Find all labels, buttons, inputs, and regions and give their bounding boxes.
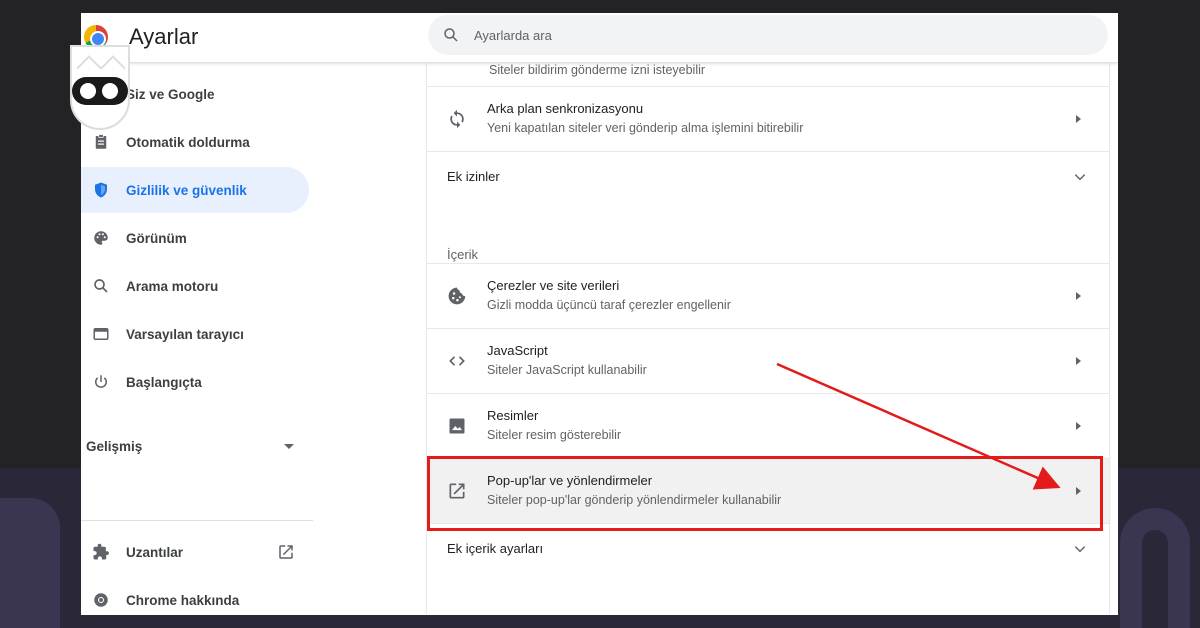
arrow-right-icon [1076, 422, 1081, 430]
sidebar-item-label: Otomatik doldurma [126, 134, 250, 150]
row-subtitle: Siteler JavaScript kullanabilir [487, 363, 647, 377]
advanced-label: Gelişmiş [86, 438, 143, 454]
row-subtitle: Siteler pop-up'lar gönderip yönlendirmel… [487, 493, 782, 507]
sidebar-item-extensions[interactable]: Uzantılar [81, 529, 309, 575]
sidebar-item-on-startup[interactable]: Başlangıçta [81, 359, 309, 405]
sidebar-item-privacy-security[interactable]: Gizlilik ve güvenlik [81, 167, 309, 213]
sync-icon [447, 109, 467, 129]
sidebar: Siz ve Google Otomatik doldurma Gizlilik… [81, 63, 313, 615]
row-subtitle: Yeni kapatılan siteler veri gönderip alm… [487, 121, 804, 135]
settings-content: Siteler bildirim gönderme izni isteyebil… [427, 63, 1109, 615]
sidebar-item-label: Arama motoru [126, 278, 219, 294]
sidebar-item-label: Görünüm [126, 230, 187, 246]
browser-window-icon [86, 325, 116, 343]
notifications-subtitle: Siteler bildirim gönderme izni isteyebil… [489, 63, 706, 77]
javascript-row[interactable]: JavaScript Siteler JavaScript kullanabil… [427, 328, 1109, 393]
advanced-toggle[interactable]: Gelişmiş [86, 429, 296, 463]
cookies-row[interactable]: Çerezler ve site verileri Gizli modda üç… [427, 263, 1109, 328]
code-icon [447, 351, 467, 371]
search-icon [444, 28, 458, 42]
arrow-right-icon [1076, 292, 1081, 300]
sidebar-item-label: Uzantılar [126, 544, 184, 560]
top-bar: Ayarlar [81, 13, 1118, 63]
sidebar-item-label: Gizlilik ve güvenlik [126, 182, 247, 198]
sidebar-item-search-engine[interactable]: Arama motoru [81, 263, 309, 309]
row-subtitle: Siteler resim gösterebilir [487, 428, 622, 442]
palette-icon [86, 229, 116, 247]
sidebar-item-appearance[interactable]: Görünüm [81, 215, 309, 261]
arrow-right-icon [1076, 357, 1081, 365]
open-in-new-icon [447, 481, 467, 501]
background-sync-row[interactable]: Arka plan senkronizasyonu Yeni kapatılan… [427, 86, 1109, 151]
clipboard-icon [86, 133, 116, 151]
sidebar-item-default-browser[interactable]: Varsayılan tarayıcı [81, 311, 309, 357]
site-logo-badge [66, 45, 138, 130]
cookie-icon [447, 286, 467, 306]
extra-permissions-row[interactable]: Ek izinler [427, 151, 1109, 199]
chevron-down-icon [1073, 542, 1087, 561]
search-input[interactable] [474, 27, 1034, 43]
extra-content-settings-row[interactable]: Ek içerik ayarları [427, 523, 1109, 571]
sidebar-item-label: Başlangıçta [126, 374, 202, 390]
watermark-shape [0, 498, 60, 628]
puzzle-icon [86, 543, 116, 561]
content-heading: İçerik [447, 247, 479, 262]
arrow-right-icon [1076, 487, 1081, 495]
arrow-right-icon [1076, 115, 1081, 123]
row-title: JavaScript [487, 343, 548, 358]
search-box[interactable] [428, 15, 1108, 55]
watermark-shape [1120, 508, 1190, 628]
page-title: Ayarlar [129, 24, 199, 49]
section-label: Ek izinler [447, 169, 500, 184]
sidebar-item-label: Siz ve Google [126, 86, 215, 102]
sidebar-item-about-chrome[interactable]: Chrome hakkında [81, 577, 309, 615]
images-row[interactable]: Resimler Siteler resim gösterebilir [427, 393, 1109, 458]
row-title: Arka plan senkronizasyonu [487, 101, 644, 116]
row-title: Pop-up'lar ve yönlendirmeler [487, 473, 653, 488]
chevron-down-icon [1073, 170, 1087, 189]
open-in-new-icon[interactable] [277, 543, 295, 566]
row-title: Çerezler ve site verileri [487, 278, 620, 293]
image-icon [447, 416, 467, 436]
settings-window: Ayarlar Siz ve Google Otomatik doldurma … [81, 13, 1118, 615]
section-label: Ek içerik ayarları [447, 541, 544, 556]
popups-redirects-row[interactable]: Pop-up'lar ve yönlendirmeler Siteler pop… [427, 458, 1109, 523]
sidebar-divider [81, 520, 313, 521]
logo-eyes [72, 77, 128, 105]
row-title: Resimler [487, 408, 539, 423]
sidebar-item-label: Chrome hakkında [126, 592, 240, 608]
row-subtitle: Gizli modda üçüncü taraf çerezler engell… [487, 298, 731, 312]
shield-icon [86, 181, 116, 199]
power-icon [86, 373, 116, 391]
search-icon [86, 277, 116, 295]
sidebar-item-label: Varsayılan tarayıcı [126, 326, 244, 342]
caret-down-icon [284, 443, 294, 449]
chrome-icon [86, 591, 116, 609]
